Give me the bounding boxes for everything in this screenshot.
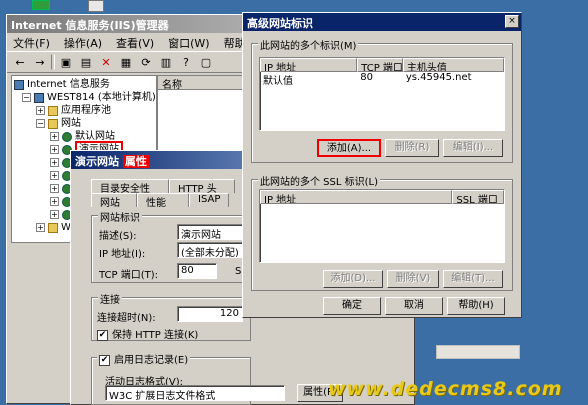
tree-item-websites[interactable]: − 网站 xyxy=(12,117,156,130)
timeout-input[interactable]: 120 xyxy=(177,306,243,322)
add-identity-button[interactable]: 添加(A)... xyxy=(317,139,381,157)
menu-file[interactable]: 文件(F) xyxy=(11,35,52,50)
tree-label: 网站 xyxy=(61,118,81,129)
keepalive-row: ✔ 保持 HTTP 连接(K) xyxy=(97,326,198,341)
expand-icon[interactable]: + xyxy=(50,210,59,219)
refresh-icon[interactable]: ⟳ xyxy=(137,54,155,70)
close-icon[interactable]: × xyxy=(505,15,519,28)
collapse-icon[interactable]: − xyxy=(22,93,31,102)
timeout-label: 连接超时(N): xyxy=(97,313,156,324)
computer-icon xyxy=(34,92,44,103)
ssl-identities-list[interactable]: IP 地址 SSL 端口 xyxy=(259,189,505,263)
keepalive-label: 保持 HTTP 连接(K) xyxy=(112,330,199,341)
remove-identity-button[interactable]: 删除(R) xyxy=(385,139,439,157)
tree-item-app-pools[interactable]: + 应用程序池 xyxy=(12,104,156,117)
desktop-icon[interactable] xyxy=(32,0,50,10)
logging-label: 启用日志记录(E) xyxy=(114,355,189,366)
identities-list[interactable]: IP 地址 TCP 端口 主机头值 默认值 80 ys.45945.net xyxy=(259,57,505,131)
tab-performance[interactable]: 性能 xyxy=(137,193,189,209)
help-icon[interactable]: ? xyxy=(177,54,195,70)
log-format-select[interactable]: W3C 扩展日志文件格式 xyxy=(105,385,285,401)
edit-identity-button[interactable]: 编辑(I)... xyxy=(443,139,503,157)
tree-label: WEST814 (本地计算机) xyxy=(47,92,156,103)
expand-icon[interactable]: + xyxy=(50,145,59,154)
list-header: IP 地址 TCP 端口 主机头值 xyxy=(260,58,504,72)
logging-row: ✔ 启用日志记录(E) xyxy=(97,351,191,366)
forward-icon[interactable]: → xyxy=(31,54,49,70)
tab-website[interactable]: 网站 xyxy=(91,193,137,209)
edit-ssl-button[interactable]: 编辑(T)... xyxy=(443,270,503,288)
group-label: 连接 xyxy=(98,291,122,306)
list-item[interactable]: 默认值 80 ys.45945.net xyxy=(260,72,504,85)
group-label: 此网站的多个 SSL 标识(L) xyxy=(258,173,380,188)
window-icon[interactable]: ▢ xyxy=(197,54,215,70)
tcp-label: TCP 端口(T): xyxy=(99,270,158,281)
watermark: www.dedecms8.com xyxy=(328,378,563,400)
expand-icon[interactable]: + xyxy=(50,158,59,167)
delete-icon[interactable]: ✕ xyxy=(97,54,115,70)
ip-select[interactable]: (全部未分配) xyxy=(177,242,243,258)
show-tree-icon[interactable]: ▤ xyxy=(77,54,95,70)
add-ssl-button[interactable]: 添加(D)... xyxy=(323,270,383,288)
back-icon[interactable]: ← xyxy=(11,54,29,70)
collapse-icon[interactable]: − xyxy=(36,119,45,128)
horizontal-scrollbar[interactable] xyxy=(436,345,520,359)
tree-item-server[interactable]: − WEST814 (本地计算机) xyxy=(12,91,156,104)
remove-ssl-button[interactable]: 删除(V) xyxy=(387,270,439,288)
expand-icon[interactable]: + xyxy=(36,223,45,232)
expand-icon[interactable]: + xyxy=(50,132,59,141)
list-header: IP 地址 SSL 端口 xyxy=(260,190,504,204)
expand-icon[interactable]: + xyxy=(50,184,59,193)
props-title-text: 演示网站 xyxy=(75,155,119,168)
toolbar-separator xyxy=(51,54,55,70)
menu-action[interactable]: 操作(A) xyxy=(62,35,104,50)
advanced-identification-dialog: 高级网站标识 × 此网站的多个标识(M) IP 地址 TCP 端口 主机头值 默… xyxy=(242,12,522,318)
props-title-highlight: 属性 xyxy=(122,155,149,168)
iis-icon xyxy=(14,79,24,90)
tabs-row-2: 网站 性能 ISAP xyxy=(91,193,229,209)
cell-host: ys.45945.net xyxy=(405,72,472,83)
tree-label: Internet 信息服务 xyxy=(27,79,110,90)
column-header-ip[interactable]: IP 地址 xyxy=(260,190,453,204)
tab-isapi[interactable]: ISAP xyxy=(189,193,229,207)
ip-label: IP 地址(I): xyxy=(99,249,146,260)
cell-port: 80 xyxy=(360,72,373,83)
tree-label: 应用程序池 xyxy=(61,105,111,116)
up-folder-icon[interactable]: ▣ xyxy=(57,54,75,70)
tab-http-headers[interactable]: HTTP 头 xyxy=(169,179,235,195)
tree-item-root[interactable]: Internet 信息服务 xyxy=(12,78,156,91)
desc-label: 描述(S): xyxy=(99,231,137,242)
folder-icon xyxy=(48,105,58,116)
expand-icon[interactable]: + xyxy=(36,106,45,115)
group-label: 网站标识 xyxy=(98,209,142,224)
folder-icon xyxy=(48,222,58,233)
folder-icon xyxy=(48,118,58,129)
column-header-host-header[interactable]: 主机头值 xyxy=(402,58,504,72)
ok-button[interactable]: 确定 xyxy=(323,297,381,315)
cancel-button[interactable]: 取消 xyxy=(385,297,443,315)
help-button[interactable]: 帮助(H) xyxy=(447,297,505,315)
menu-view[interactable]: 查看(V) xyxy=(114,35,156,50)
tabs-row-1: 目录安全性 HTTP 头 xyxy=(91,179,235,195)
desktop-icon[interactable] xyxy=(88,0,104,12)
tcp-port-input[interactable]: 80 xyxy=(177,263,217,279)
logging-checkbox[interactable]: ✔ xyxy=(99,354,110,366)
tab-directory-security[interactable]: 目录安全性 xyxy=(91,179,169,195)
column-header-ip[interactable]: IP 地址 xyxy=(260,58,358,72)
column-header-tcp-port[interactable]: TCP 端口 xyxy=(357,58,403,72)
website-icon xyxy=(62,131,72,142)
expand-icon[interactable]: + xyxy=(50,197,59,206)
expand-icon[interactable]: + xyxy=(50,171,59,180)
export-icon[interactable]: ▥ xyxy=(157,54,175,70)
menu-window[interactable]: 窗口(W) xyxy=(166,35,211,50)
desc-input[interactable]: 演示网站 xyxy=(177,224,243,240)
keepalive-checkbox[interactable]: ✔ xyxy=(97,329,108,341)
group-label: 此网站的多个标识(M) xyxy=(258,37,359,52)
properties-icon[interactable]: ▦ xyxy=(117,54,135,70)
adv-title: 高级网站标识 xyxy=(243,13,521,31)
column-header-ssl-port[interactable]: SSL 端口 xyxy=(452,190,504,204)
cell-ip: 默认值 xyxy=(263,76,293,85)
